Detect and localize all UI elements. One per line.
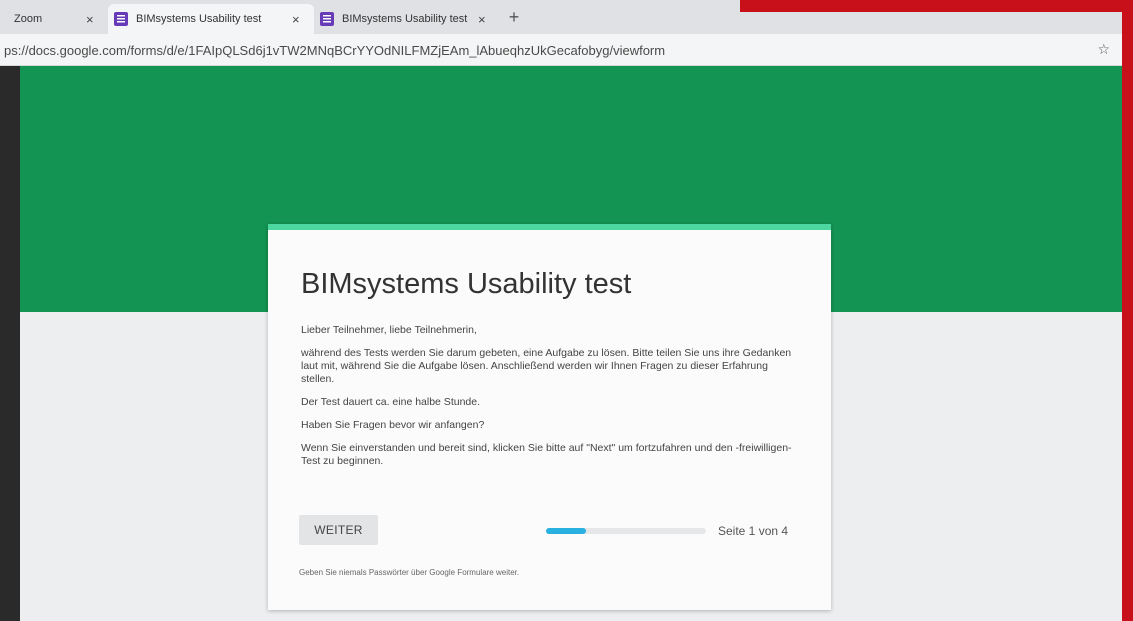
tab-label: Zoom <box>14 13 43 25</box>
browser-window: Zoom × BIMsystems Usability test × BIMsy… <box>0 0 1122 621</box>
close-icon[interactable]: × <box>478 12 486 27</box>
bookmark-star-icon[interactable]: ☆ <box>1097 41 1110 58</box>
description-paragraph: Haben Sie Fragen bevor wir anfangen? <box>301 419 485 431</box>
monitor-frame-right <box>1122 0 1133 621</box>
next-button[interactable]: WEITER <box>299 515 378 545</box>
progress-bar <box>546 528 706 534</box>
tab-label: BIMsystems Usability test <box>136 13 262 25</box>
tab-bimsystems-1[interactable]: BIMsystems Usability test × <box>108 4 314 34</box>
form-card: BIMsystems Usability test Lieber Teilneh… <box>268 224 831 610</box>
password-warning: Geben Sie niemals Passwörter über Google… <box>299 568 520 577</box>
description-paragraph: während des Tests werden Sie darum gebet… <box>301 347 792 385</box>
monitor-bezel-left <box>0 66 20 621</box>
form-description: Lieber Teilnehmer, liebe Teilnehmerin, w… <box>301 324 801 478</box>
description-paragraph: Der Test dauert ca. eine halbe Stunde. <box>301 396 481 408</box>
address-bar[interactable]: ps://docs.google.com/forms/d/e/1FAIpQLSd… <box>0 34 1122 66</box>
monitor-frame-top <box>740 0 1133 12</box>
url-text[interactable]: ps://docs.google.com/forms/d/e/1FAIpQLSd… <box>4 43 665 58</box>
google-forms-icon <box>320 12 334 26</box>
google-forms-icon <box>114 12 128 26</box>
close-icon[interactable]: × <box>292 12 300 27</box>
description-paragraph: Lieber Teilnehmer, liebe Teilnehmerin, <box>301 324 477 336</box>
form-title: BIMsystems Usability test <box>301 268 632 300</box>
progress-bar-fill <box>546 528 586 534</box>
close-icon[interactable]: × <box>86 12 94 27</box>
tab-label: BIMsystems Usability test <box>342 13 468 25</box>
new-tab-button[interactable]: + <box>503 7 525 29</box>
description-paragraph: Wenn Sie einverstanden und bereit sind, … <box>301 442 792 467</box>
page-indicator: Seite 1 von 4 <box>718 524 789 538</box>
tab-bimsystems-2[interactable]: BIMsystems Usability test × <box>318 4 498 34</box>
